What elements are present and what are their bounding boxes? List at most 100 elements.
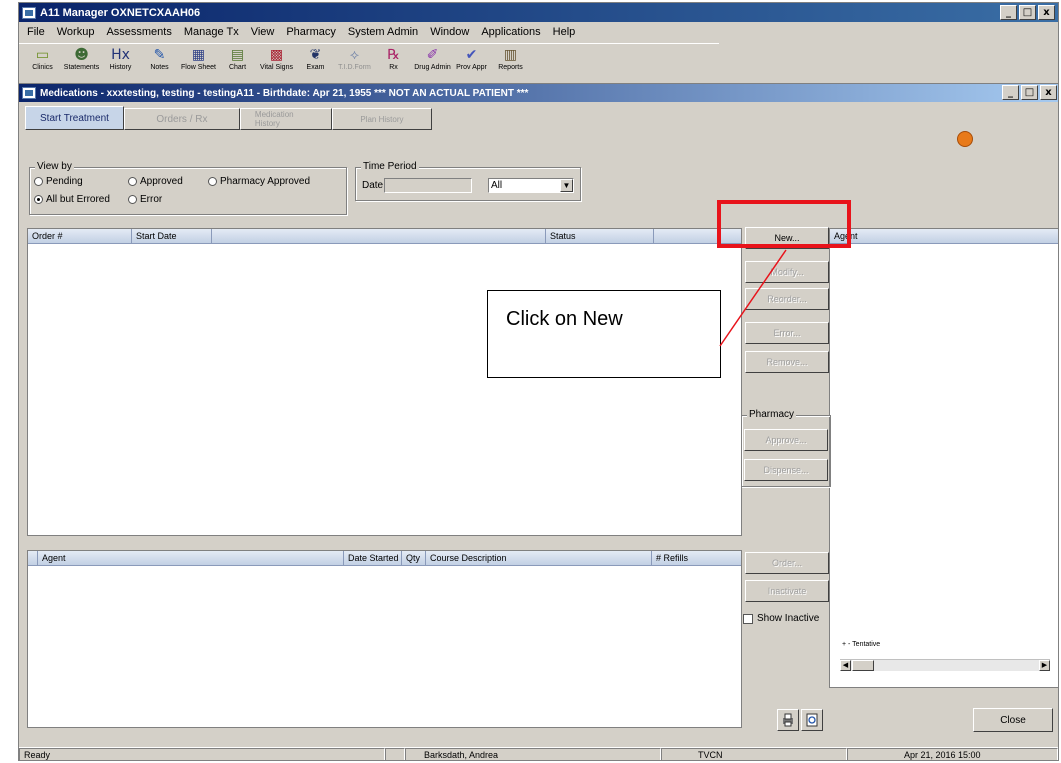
toolbar-label: Exam [306,64,325,71]
dispense-button[interactable]: Dispense... [744,459,828,481]
scroll-thumb[interactable] [852,660,874,671]
pharmacy-group: Pharmacy Approve... Dispense... [741,409,831,487]
toolbar-label: Reports [498,64,523,71]
toolbar-button-history[interactable]: Hx History [101,44,140,78]
date-label: Date [362,180,384,191]
menu-applications[interactable]: Applications [475,26,546,38]
child-minimize-button[interactable]: _ [1002,85,1019,100]
col-right-agent[interactable]: Agent [830,229,1058,243]
radio-approved-label: Approved [140,176,183,187]
toolbar-button-reports[interactable]: ▥ Reports [491,44,530,78]
preview-icon[interactable] [801,709,823,731]
print-icon-glyph [783,713,793,727]
menu-manage-tx[interactable]: Manage Tx [178,26,245,38]
close-window-button[interactable]: x [1038,5,1055,20]
radio-approved-dot [128,177,137,186]
order-button[interactable]: Order... [745,552,829,574]
toolbar-label: Flow Sheet [180,64,217,71]
show-inactive-checkbox[interactable]: Show Inactive [743,613,819,624]
toolbar-button-chart[interactable]: ▤ Chart [218,44,257,78]
menu-bar: File Workup Assessments Manage Tx View P… [19,22,1058,42]
col-qty[interactable]: Qty [402,551,426,565]
agent-grid-header: Agent Date Started Qty Course Descriptio… [28,551,741,566]
maximize-button[interactable]: □ [1019,5,1036,20]
agent-grid[interactable]: Agent Date Started Qty Course Descriptio… [27,550,742,728]
tab-start-treatment[interactable]: Start Treatment [25,106,124,130]
menu-file[interactable]: File [21,26,51,38]
tab-medication-history[interactable]: Medication History [239,108,332,130]
toolbar-label: Statements [63,64,100,71]
app-window: A11 Manager OXNETCXAAH06 _ □ x File Work… [18,2,1059,761]
menu-assessments[interactable]: Assessments [100,26,177,38]
col-refills[interactable]: # Refills [652,551,741,565]
toolbar-button-flow-sheet[interactable]: ▦ Flow Sheet [179,44,218,78]
toolbar-label: Chart [228,64,247,71]
approve-button[interactable]: Approve... [744,429,828,451]
radio-approved[interactable]: Approved [128,176,183,187]
horizontal-scrollbar[interactable]: ◀ ▶ [840,659,1050,671]
toolbar-button-statements[interactable]: ☻ Statements [62,44,101,78]
col-order-number[interactable]: Order # [28,229,132,243]
orders-grid[interactable]: Order # Start Date Status [27,228,742,536]
app-title-bar[interactable]: A11 Manager OXNETCXAAH06 _ □ x [19,3,1058,22]
medications-title-bar[interactable]: Medications - xxxtesting, testing - test… [19,84,1058,102]
view-by-group: View by Pending Approved Pharmacy Approv… [29,161,347,215]
radio-pharmacy-approved[interactable]: Pharmacy Approved [208,176,310,187]
print-icon[interactable] [777,709,799,731]
toolbar-label: Notes [150,64,169,71]
child-maximize-button[interactable]: □ [1021,85,1038,100]
pharmacy-legend: Pharmacy [747,409,797,420]
show-inactive-box [743,613,753,624]
toolbar-button-exam[interactable]: ❦ Exam [296,44,335,78]
annotation-text: Click on New [506,308,623,330]
scroll-right-icon[interactable]: ▶ [1039,660,1050,671]
medications-title: Medications - xxxtesting, testing - test… [40,87,529,99]
toolbar-label: Drug Admin [414,64,451,71]
date-field[interactable] [384,178,472,193]
medications-window: Medications - xxxtesting, testing - test… [19,83,1058,744]
inactivate-button[interactable]: Inactivate [745,580,829,602]
scroll-left-icon[interactable]: ◀ [840,660,851,671]
tab-plan-history[interactable]: Plan History [331,108,432,130]
radio-all-but-errored[interactable]: All but Errored [34,194,110,205]
toolbar-button-clinics[interactable]: ▭ Clinics [23,44,62,78]
radio-pending-dot [34,177,43,186]
toolbar-label: History [109,64,132,71]
menu-window[interactable]: Window [424,26,475,38]
menu-system-admin[interactable]: System Admin [342,26,424,38]
tab-orders-rx[interactable]: Orders / Rx [123,108,240,130]
col-blank-1[interactable] [212,229,546,243]
orange-badge-icon [957,131,973,147]
drug-admin-icon: ✐ [426,47,439,63]
toolbar-button-notes[interactable]: ✎ Notes [140,44,179,78]
folder-icon: ▭ [35,47,50,63]
child-close-button[interactable]: x [1040,85,1057,100]
col-course-description[interactable]: Course Description [426,551,652,565]
status-user: Barksdath, Andrea [405,748,661,760]
toolbar-button-prov-appr[interactable]: ✔ Prov Appr [452,44,491,78]
right-agent-grid[interactable]: Agent + - Tentative ◀ ▶ [829,228,1058,688]
radio-pending[interactable]: Pending [34,176,83,187]
chart-icon: ▤ [230,47,245,63]
col-date-started[interactable]: Date Started [344,551,402,565]
annotation-arrow-line [719,249,787,347]
toolbar-button-t-i-d-form[interactable]: ⟡ T.I.D.Form [335,44,374,78]
menu-help[interactable]: Help [547,26,582,38]
col-agent[interactable]: Agent [38,551,344,565]
toolbar-button-vital-signs[interactable]: ▩ Vital Signs [257,44,296,78]
time-period-legend: Time Period [361,161,419,172]
menu-pharmacy[interactable]: Pharmacy [280,26,342,38]
show-inactive-label: Show Inactive [757,613,820,624]
toolbar-button-rx[interactable]: ℞ Rx [374,44,413,78]
col-start-date[interactable]: Start Date [132,229,212,243]
menu-view[interactable]: View [245,26,281,38]
radio-error[interactable]: Error [128,194,162,205]
minimize-button[interactable]: _ [1000,5,1017,20]
menu-workup[interactable]: Workup [51,26,101,38]
app-title: A11 Manager OXNETCXAAH06 [40,6,201,19]
time-range-select[interactable]: All ▼ [488,178,574,193]
close-button[interactable]: Close [973,708,1053,732]
chevron-down-icon[interactable]: ▼ [560,179,573,192]
col-status[interactable]: Status [546,229,654,243]
toolbar-button-drug-admin[interactable]: ✐ Drug Admin [413,44,452,78]
